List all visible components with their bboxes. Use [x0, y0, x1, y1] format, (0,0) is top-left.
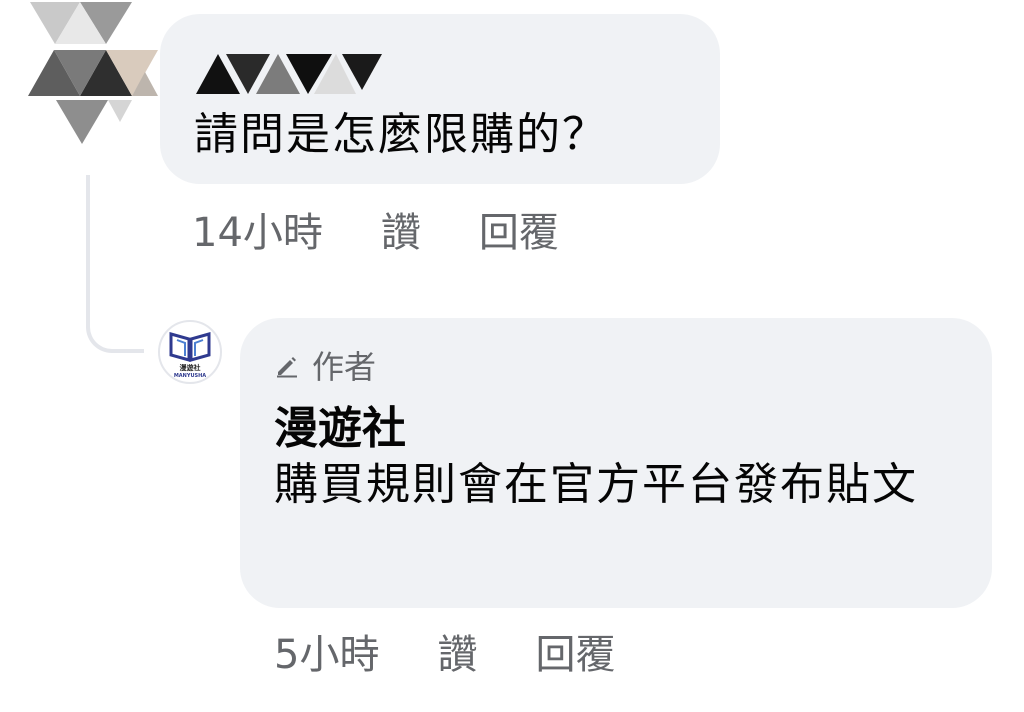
open-book-logo-icon: 漫遊社 MANYUSHA: [169, 332, 211, 379]
reply-bubble: 作者 漫遊社 購買規則會在官方平台發布貼文: [240, 318, 992, 608]
avatar-logo-subtext: MANYUSHA: [174, 373, 206, 379]
obscured-name-icon[interactable]: [196, 48, 382, 96]
pencil-icon: [277, 357, 297, 378]
comment-text: 請問是怎麼限購的？: [194, 109, 608, 160]
reply-actions: 5小時 讚 回覆: [274, 622, 615, 680]
avatar-logo-text: 漫遊社: [180, 363, 201, 372]
reply-text: 購買規則會在官方平台發布貼文: [274, 459, 918, 510]
comment-thread: 請問是怎麼限購的？ 14小時 讚 回覆 漫遊社 MANYUSHA 作者 漫遊社 …: [0, 0, 1024, 712]
like-button[interactable]: 讚: [381, 200, 421, 258]
page-avatar[interactable]: 漫遊社 MANYUSHA: [158, 320, 222, 384]
author-badge: 作者: [274, 342, 376, 388]
obscured-avatar-icon[interactable]: [22, 0, 162, 146]
thread-connector-line: [86, 175, 144, 353]
comment-timestamp[interactable]: 14小時: [192, 200, 323, 258]
commenter-name[interactable]: 漫遊社: [274, 392, 406, 456]
like-button[interactable]: 讚: [437, 622, 477, 680]
comment-bubble: 請問是怎麼限購的？: [160, 14, 720, 184]
author-badge-label: 作者: [312, 348, 377, 386]
reply-button[interactable]: 回覆: [479, 200, 559, 258]
reply-timestamp[interactable]: 5小時: [274, 622, 379, 680]
reply-button[interactable]: 回覆: [535, 622, 615, 680]
comment-actions: 14小時 讚 回覆: [192, 200, 559, 258]
